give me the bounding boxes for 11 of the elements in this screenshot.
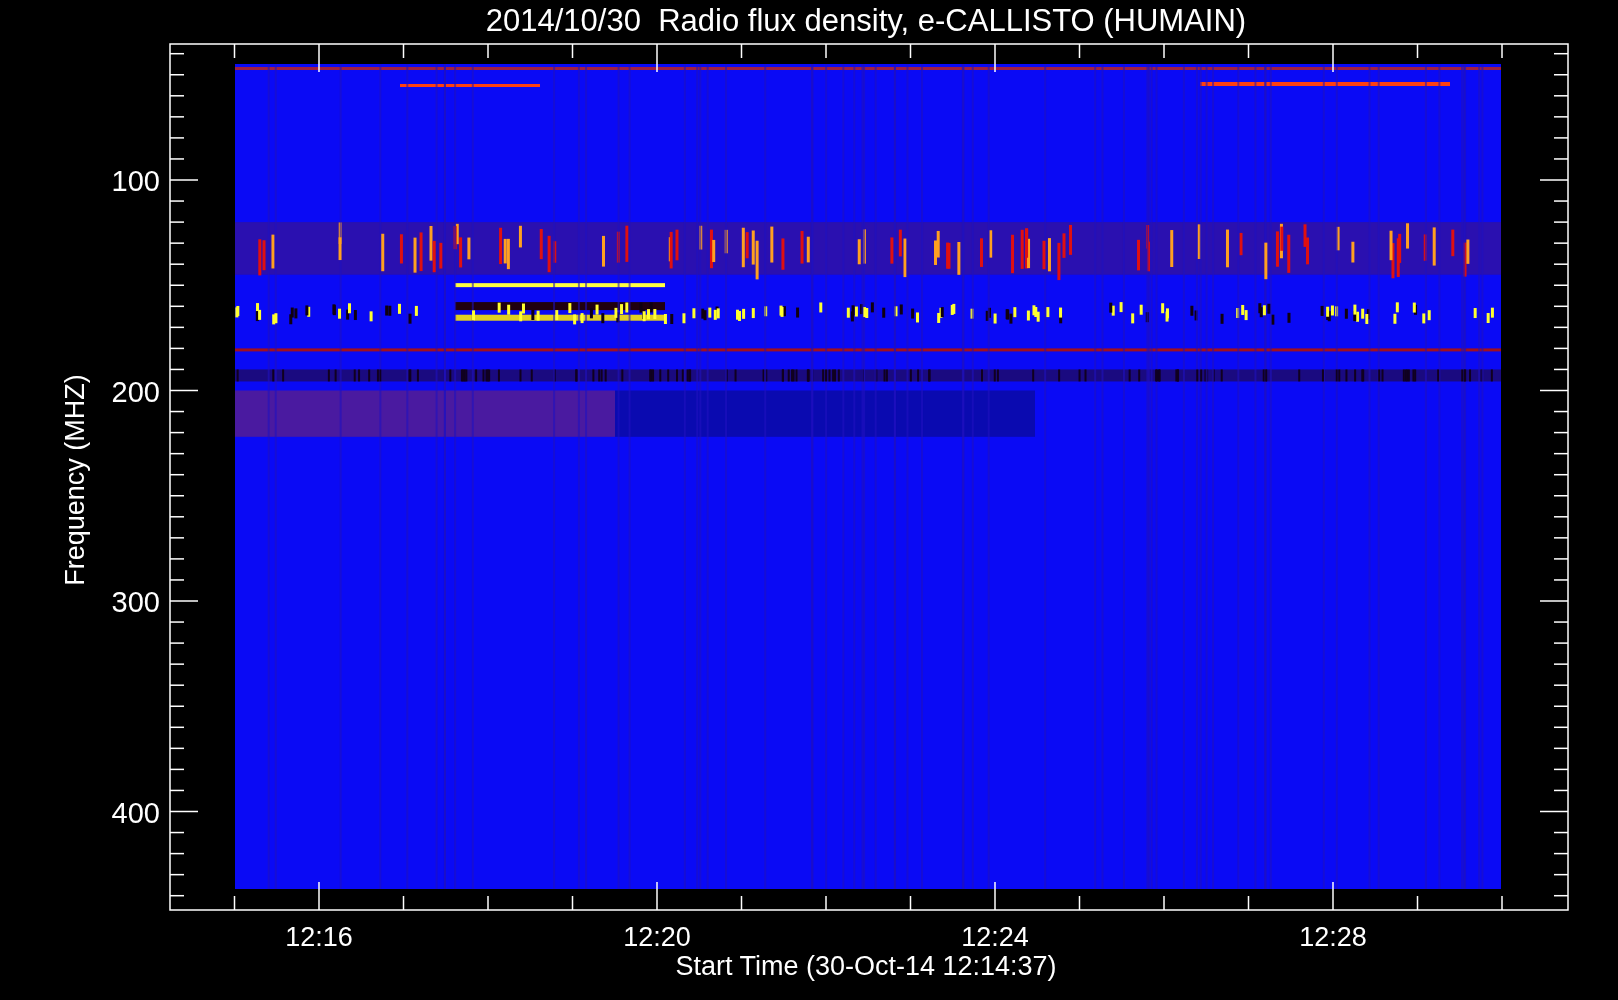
x-axis-label: Start Time (30-Oct-14 12:14:37) (675, 951, 1057, 981)
x-tick-label: 12:16 (285, 922, 353, 952)
y-axis-label: Frequency (MHZ) (60, 374, 90, 586)
y-tick-label: 300 (111, 586, 160, 618)
y-tick-label: 400 (111, 796, 160, 829)
x-tick-label: 12:28 (1299, 922, 1367, 952)
x-tick-label: 12:20 (623, 922, 691, 952)
chart-title: 2014/10/30 Radio flux density, e-CALLISTO (HUMAIN) (485, 3, 1247, 38)
y-tick-label: 100 (111, 165, 160, 197)
x-tick-label: 12:24 (961, 922, 1029, 952)
y-tick-label: 200 (111, 375, 160, 408)
